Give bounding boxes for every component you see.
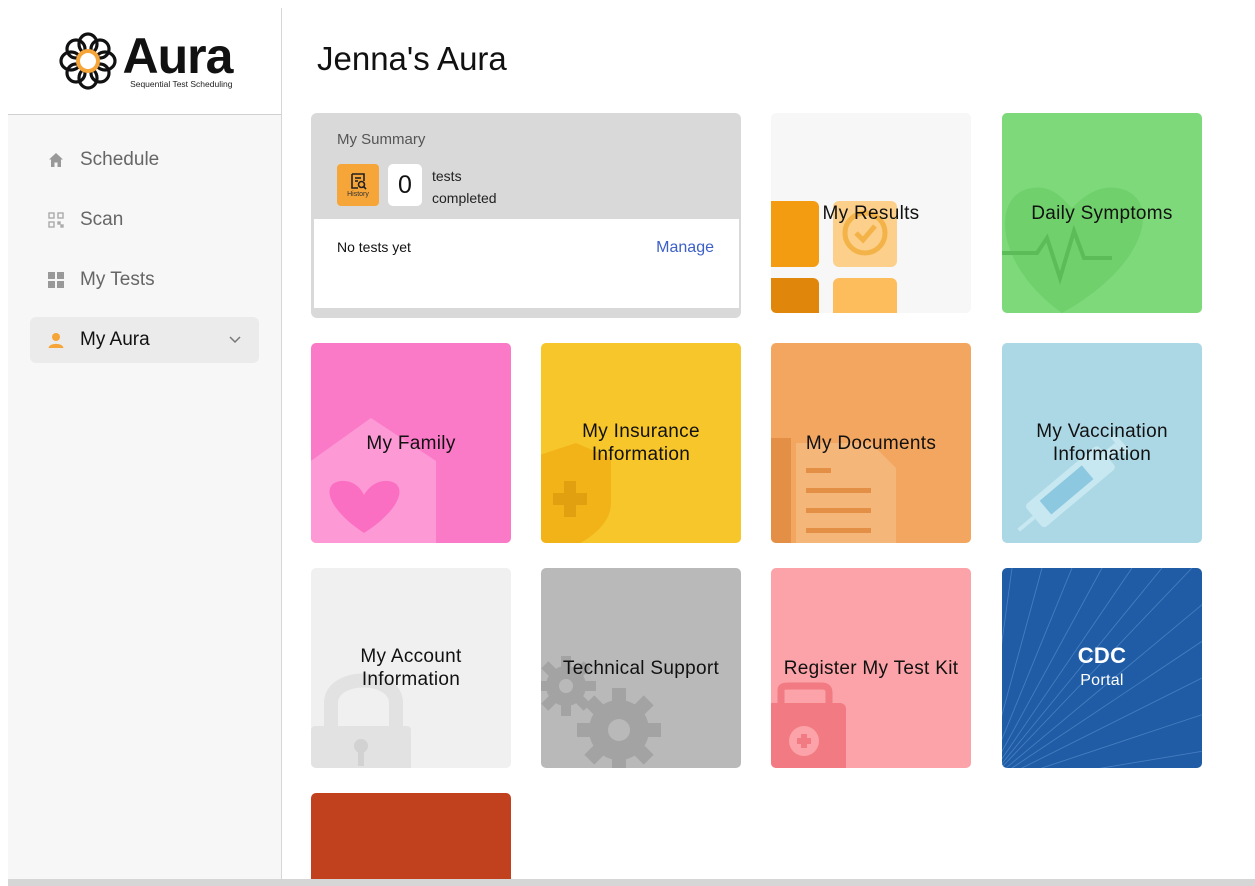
tile-label: My Vaccination Information (1036, 421, 1168, 465)
home-icon (48, 152, 64, 168)
tile-label: Technical Support (562, 657, 720, 679)
tile-label: My Results (822, 202, 920, 224)
sidebar-nav: Schedule Scan My Tests My Aura (8, 115, 281, 363)
summary-card: My Summary History 0 tests completed No … (311, 113, 741, 318)
tile-my-results[interactable]: My Results (771, 113, 971, 313)
tile-label: My Documents (805, 432, 937, 454)
tile-my-vaccination[interactable]: My Vaccination Information (1002, 343, 1202, 543)
sidebar-item-label: Schedule (80, 149, 160, 170)
aura-logo-icon (58, 32, 117, 90)
cdc-title: CDC (1077, 643, 1127, 668)
sidebar-item-scan[interactable]: Scan (30, 197, 259, 243)
sidebar: Aura Sequential Test Scheduling Schedule… (8, 8, 282, 880)
qr-code-icon (48, 212, 64, 228)
page-title: Jenna's Aura (317, 40, 507, 77)
brand-name: Aura (122, 27, 234, 84)
user-icon (48, 332, 64, 348)
sidebar-item-label: My Aura (80, 329, 150, 350)
tile-label: My Family (366, 432, 456, 454)
tile-my-documents[interactable]: My Documents (771, 343, 971, 543)
tile-label: My Insurance Information (582, 421, 700, 465)
tests-count: 0 (388, 164, 422, 206)
cdc-subtitle: Portal (1080, 672, 1124, 689)
sidebar-item-label: My Tests (80, 269, 155, 290)
summary-title: My Summary (337, 131, 426, 148)
history-button[interactable]: History (337, 164, 379, 206)
tile-register-test-kit[interactable]: Register My Test Kit (771, 568, 971, 768)
tile-cdc-portal[interactable]: CDC Portal (1002, 568, 1202, 768)
aura-logo[interactable]: Aura Sequential Test Scheduling (57, 30, 233, 92)
sidebar-item-my-tests[interactable]: My Tests (30, 257, 259, 303)
tests-count-label: tests completed (432, 168, 497, 206)
tile-label: Daily Symptoms (1031, 202, 1173, 224)
chevron-down-icon[interactable] (229, 333, 241, 347)
tile-label: CDC Portal (1068, 644, 1137, 692)
sidebar-item-label: Scan (80, 209, 124, 230)
tile-label: Register My Test Kit (783, 657, 959, 679)
history-label: History (347, 191, 369, 198)
tile-label: My Account Information (360, 646, 462, 690)
summary-body: No tests yet Manage (314, 219, 739, 308)
tile-my-insurance[interactable]: My Insurance Information (541, 343, 741, 543)
tile-my-family[interactable]: My Family (311, 343, 511, 543)
empty-state-text: No tests yet (337, 239, 411, 255)
history-icon (351, 173, 367, 190)
manage-link[interactable]: Manage (656, 239, 714, 257)
tile-daily-symptoms[interactable]: Daily Symptoms (1002, 113, 1202, 313)
brand-tagline: Sequential Test Scheduling (130, 78, 233, 89)
tile-my-account[interactable]: My Account Information (311, 568, 511, 768)
sidebar-item-schedule[interactable]: Schedule (30, 137, 259, 183)
grid-icon (48, 272, 64, 288)
tile-extra[interactable] (311, 793, 511, 879)
logo-area: Aura Sequential Test Scheduling (8, 8, 281, 115)
horizontal-scrollbar[interactable] (8, 879, 1255, 886)
tile-technical-support[interactable]: Technical Support (541, 568, 741, 768)
sidebar-item-my-aura[interactable]: My Aura (30, 317, 259, 363)
